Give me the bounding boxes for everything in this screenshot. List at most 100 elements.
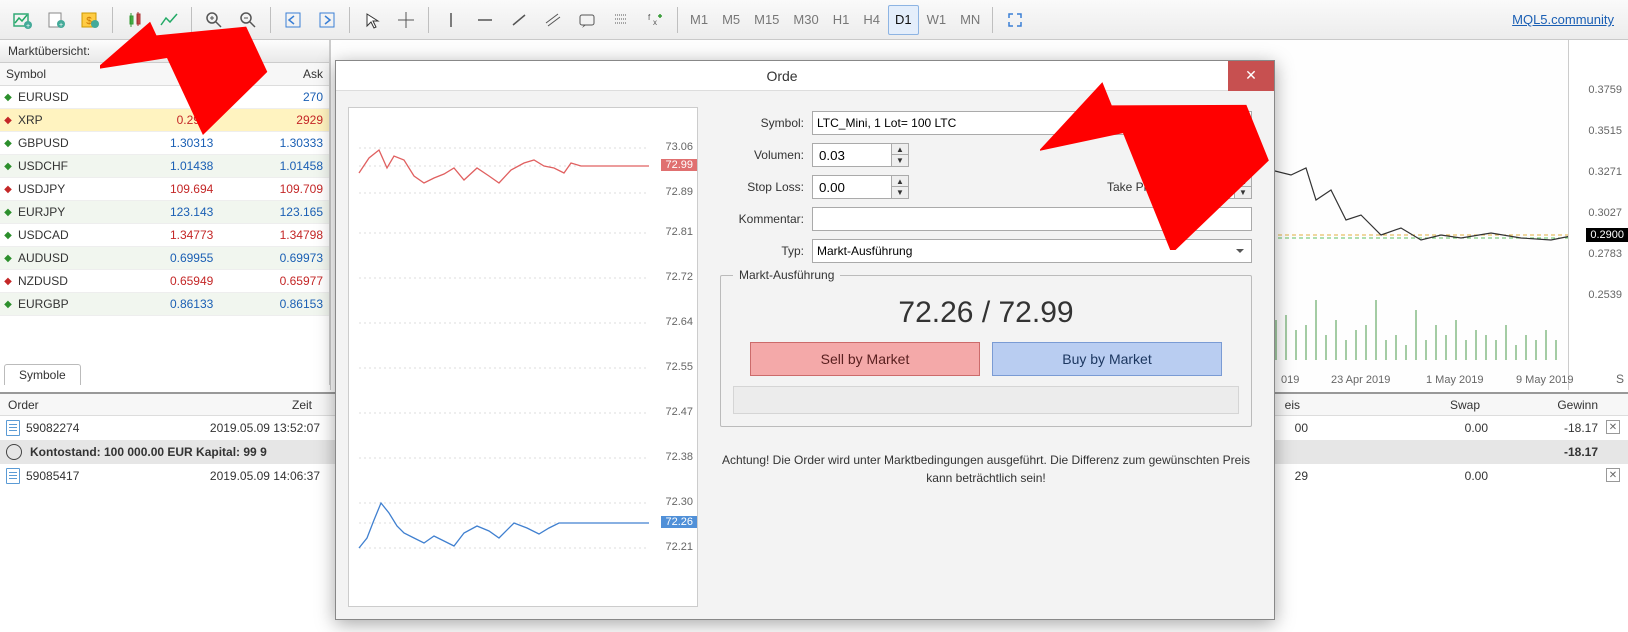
symbol-name: EURUSD	[16, 90, 110, 104]
svg-text:+: +	[59, 22, 63, 29]
order-swap: 0.00	[1308, 469, 1488, 483]
spin-down-icon[interactable]: ▼	[892, 155, 908, 166]
bid-price: 0.65949	[110, 274, 220, 288]
timeframe-m30[interactable]: M30	[787, 5, 824, 35]
ylabel: 0.3515	[1588, 125, 1622, 137]
trend-line-icon[interactable]	[503, 5, 535, 35]
spin-up-icon[interactable]: ▲	[892, 144, 908, 155]
market-watch-row[interactable]: ◆EURJPY123.143123.165	[0, 201, 329, 224]
bid-ask-quote: 72.26 / 72.99	[733, 296, 1239, 330]
ask-price-tag: 72.99	[661, 159, 697, 171]
channel-icon[interactable]	[537, 5, 569, 35]
market-watch-tab-symbole[interactable]: Symbole	[4, 364, 81, 385]
bid-price: 1.01438	[110, 159, 220, 173]
sync-icon	[6, 444, 22, 460]
text-label-icon[interactable]	[571, 5, 603, 35]
arrow-up-icon: ◆	[0, 92, 16, 103]
svg-text:f: f	[648, 13, 651, 22]
timeframe-mn[interactable]: MN	[954, 5, 986, 35]
order-swap: 0.00	[1308, 421, 1488, 435]
col-swap[interactable]: Swap	[1308, 396, 1488, 414]
timeframe-m15[interactable]: M15	[748, 5, 785, 35]
mql5-community-link[interactable]: MQL5.community	[1512, 12, 1622, 27]
timeframe-m1[interactable]: M1	[684, 5, 714, 35]
timeframe-buttons: M1M5M15M30H1H4D1W1MN	[684, 5, 986, 35]
summary-gewinn: -18.17	[1488, 445, 1628, 459]
label-kommentar: Kommentar:	[720, 212, 812, 226]
timeframe-h4[interactable]: H4	[857, 5, 886, 35]
fibonacci-icon[interactable]	[605, 5, 637, 35]
toolbar-separator	[677, 7, 678, 33]
arrow-down-icon: ◆	[0, 276, 16, 287]
ylabel: 0.2783	[1588, 248, 1622, 260]
timeframe-w1[interactable]: W1	[921, 5, 953, 35]
symbol-name: USDCAD	[16, 228, 110, 242]
vertical-line-icon[interactable]	[435, 5, 467, 35]
col-gewinn[interactable]: Gewinn	[1488, 396, 1628, 414]
bid-price: 109.694	[110, 182, 220, 196]
market-watch-row[interactable]: ◆EURGBP0.861330.86153	[0, 293, 329, 316]
ylab: 73.06	[665, 141, 693, 153]
sell-by-market-button[interactable]: Sell by Market	[750, 342, 980, 376]
fullscreen-icon[interactable]	[999, 5, 1031, 35]
scroll-hint: S	[1616, 372, 1624, 386]
arrow-down-icon: ◆	[0, 184, 16, 195]
order-time: 2019.05.09 13:52:07	[120, 421, 320, 435]
market-watch-row[interactable]: ◆USDJPY109.694109.709	[0, 178, 329, 201]
col-symbol[interactable]: Symbol	[0, 63, 110, 85]
ylabel: 0.3271	[1588, 166, 1622, 178]
new-chart-icon[interactable]: +	[6, 5, 38, 35]
xlabel: 1 May 2019	[1426, 374, 1483, 386]
ylabel: 0.3027	[1588, 207, 1622, 219]
crosshair-icon[interactable]	[390, 5, 422, 35]
market-watch-row[interactable]: ◆NZDUSD0.659490.65977	[0, 270, 329, 293]
ylabel: 0.3759	[1588, 84, 1622, 96]
volumen-input[interactable]	[812, 143, 892, 167]
ylab: 72.30	[665, 496, 693, 508]
disabled-bar	[733, 386, 1239, 414]
profiles-icon[interactable]: +	[40, 5, 72, 35]
arrow-up-icon: ◆	[0, 253, 16, 264]
xlabel: 019	[1281, 374, 1299, 386]
timeframe-m5[interactable]: M5	[716, 5, 746, 35]
timeframe-d1[interactable]: D1	[888, 5, 919, 35]
order-warning: Achtung! Die Order wird unter Marktbedin…	[720, 451, 1252, 487]
ask-price: 0.69973	[219, 251, 329, 265]
col-zeit[interactable]: Zeit	[120, 396, 320, 414]
ylab: 72.55	[665, 361, 693, 373]
spin-down-icon[interactable]: ▼	[892, 187, 908, 198]
ylab: 72.47	[665, 406, 693, 418]
toolbar-separator	[349, 7, 350, 33]
label-typ: Typ:	[720, 244, 812, 258]
stoploss-input[interactable]	[812, 175, 892, 199]
cursor-icon[interactable]	[356, 5, 388, 35]
order-time: 2019.05.09 14:06:37	[120, 469, 320, 483]
arrow-down-icon: ◆	[0, 115, 16, 126]
col-order[interactable]: Order	[0, 396, 120, 414]
label-volumen: Volumen:	[720, 148, 812, 162]
ask-price: 0.86153	[219, 297, 329, 311]
buy-by-market-button[interactable]: Buy by Market	[992, 342, 1222, 376]
close-order-icon[interactable]: ✕	[1606, 420, 1620, 434]
indicators-icon[interactable]: fx	[639, 5, 671, 35]
shift-chart-left-icon[interactable]	[277, 5, 309, 35]
horizontal-line-icon[interactable]	[469, 5, 501, 35]
market-watch-row[interactable]: ◆USDCAD1.347731.34798	[0, 224, 329, 247]
close-order-icon[interactable]: ✕	[1606, 468, 1620, 482]
market-watch-row[interactable]: ◆USDCHF1.014381.01458	[0, 155, 329, 178]
arrow-up-icon: ◆	[0, 161, 16, 172]
ask-price: 123.165	[219, 205, 329, 219]
bid-price: 1.34773	[110, 228, 220, 242]
label-symbol: Symbol:	[720, 116, 812, 130]
bid-price: 0.69955	[110, 251, 220, 265]
xlabel: 23 Apr 2019	[1331, 374, 1390, 386]
shift-chart-right-icon[interactable]	[311, 5, 343, 35]
ylab: 72.89	[665, 186, 693, 198]
stoploss-spinner[interactable]: ▲▼	[812, 175, 909, 199]
market-watch-row[interactable]: ◆AUDUSD0.699550.69973	[0, 247, 329, 270]
symbol-name: EURJPY	[16, 205, 110, 219]
spin-up-icon[interactable]: ▲	[892, 176, 908, 187]
volumen-spinner[interactable]: ▲▼	[812, 143, 909, 167]
order-id: 59082274	[26, 421, 120, 435]
timeframe-h1[interactable]: H1	[827, 5, 856, 35]
